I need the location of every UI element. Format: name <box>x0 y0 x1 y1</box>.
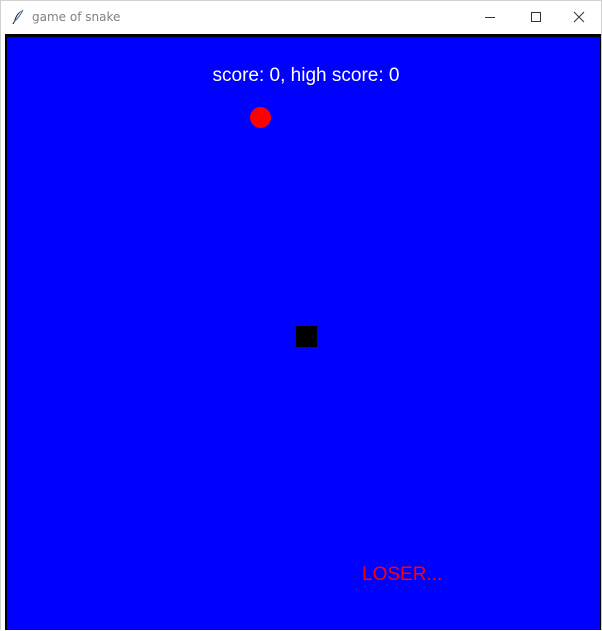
title-bar[interactable]: game of snake <box>1 1 601 34</box>
app-window: game of snake score: 0, high score: 0 LO… <box>0 0 602 631</box>
close-icon <box>573 11 585 23</box>
feather-icon <box>11 9 25 25</box>
minimize-icon <box>485 17 495 18</box>
game-canvas[interactable]: score: 0, high score: 0 LOSER... <box>7 37 600 630</box>
maximize-button[interactable] <box>513 1 559 33</box>
window-title: game of snake <box>32 10 121 24</box>
game-over-message: LOSER... <box>362 564 443 585</box>
close-button[interactable] <box>556 1 602 33</box>
game-canvas-frame: score: 0, high score: 0 LOSER... <box>5 34 601 630</box>
food-dot <box>250 107 271 128</box>
minimize-button[interactable] <box>467 1 513 33</box>
snake-head <box>296 326 317 347</box>
score-display: score: 0, high score: 0 <box>212 65 400 86</box>
maximize-icon <box>531 12 541 22</box>
